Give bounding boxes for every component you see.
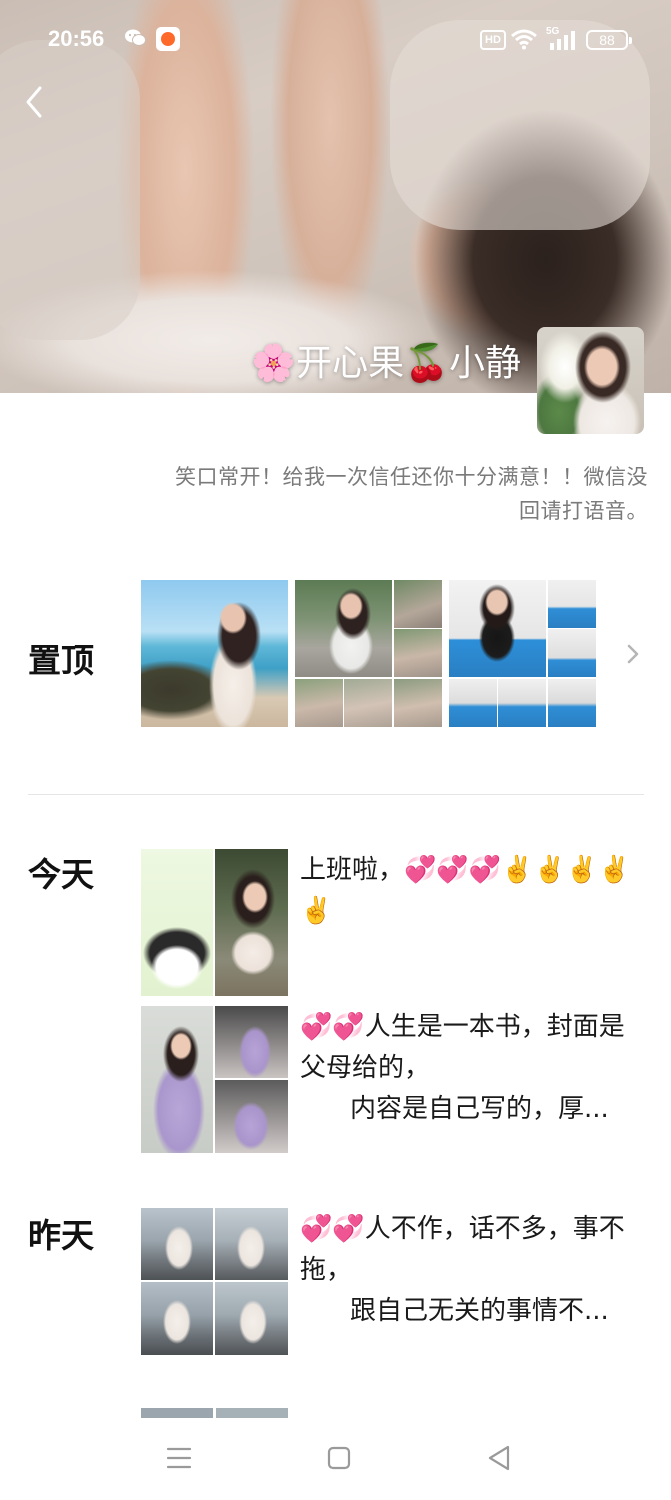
post-text[interactable]: 💞💞人不作，话不多，事不拖， 跟自己无关的事情不...	[300, 1209, 636, 1332]
home-square-icon[interactable]	[319, 1438, 359, 1478]
profile-name: 🌸开心果🍒小静	[251, 343, 521, 384]
system-nav-bar	[0, 1418, 671, 1500]
selfie-image	[215, 849, 288, 996]
photo-cell	[215, 1208, 288, 1280]
photo-cell	[215, 1282, 288, 1355]
post-text[interactable]: 💞💞人生是一本书，封面是父母给的， 内容是自己写的，厚...	[300, 1007, 636, 1130]
chevron-right-icon[interactable]	[622, 640, 644, 668]
grid-cell	[295, 679, 343, 727]
grid-cell	[449, 580, 546, 677]
grid-cell	[394, 679, 442, 727]
post-photo-grid-partial[interactable]	[141, 1408, 288, 1418]
photo-cell	[141, 1006, 213, 1153]
pinned-photo-grid-3[interactable]	[449, 580, 596, 727]
post-text-continuation: 内容是自己写的，厚...	[350, 1094, 609, 1124]
menu-icon[interactable]	[159, 1438, 199, 1478]
signal-icon	[550, 31, 575, 50]
grid-cell	[548, 679, 596, 727]
status-bar: 20:56 HD 5G 88	[0, 0, 671, 80]
divider	[28, 794, 644, 795]
pinned-label: 置顶	[28, 641, 94, 680]
post-photo-grid[interactable]	[141, 849, 288, 996]
sticker-image	[141, 849, 213, 996]
grid-cell	[394, 629, 442, 677]
status-time: 20:56	[48, 26, 105, 51]
profile-signature: 笑口常开！给我一次信任还你十分满意！！微信没回请打语音。	[175, 465, 648, 523]
wechat-icon	[125, 29, 146, 46]
battery-icon: 88	[586, 30, 632, 50]
back-triangle-icon[interactable]	[479, 1438, 519, 1478]
avatar[interactable]	[537, 327, 644, 434]
grid-cell	[548, 629, 596, 677]
photo-cell	[215, 1080, 288, 1153]
grid-cell	[295, 580, 392, 677]
grid-cell	[394, 580, 442, 628]
chevron-left-icon[interactable]	[18, 80, 58, 124]
wifi-icon	[511, 29, 537, 50]
photo-cell	[141, 1208, 213, 1280]
hd-badge: HD	[480, 30, 506, 50]
photo-cell	[141, 1282, 213, 1355]
post-text-content: 💞💞人生是一本书，封面是父母给的，	[300, 1012, 625, 1083]
app-notification-icon	[156, 27, 180, 51]
post-photo-grid[interactable]	[141, 1208, 288, 1355]
grid-cell	[548, 580, 596, 628]
pinned-photo-1[interactable]	[141, 580, 288, 727]
battery-level: 88	[599, 32, 615, 48]
post-text-content: 💞💞人不作，话不多，事不拖，	[300, 1214, 625, 1285]
grid-cell	[498, 679, 546, 727]
pinned-photo-grid-2[interactable]	[295, 580, 442, 727]
grid-cell	[344, 679, 392, 727]
photo-cell	[215, 1006, 288, 1078]
date-label-yesterday: 昨天	[28, 1216, 94, 1255]
post-text-content: 上班啦，💞💞💞✌️✌️✌️✌️✌️	[300, 855, 631, 926]
date-label-today: 今天	[28, 855, 94, 894]
post-text[interactable]: 上班啦，💞💞💞✌️✌️✌️✌️✌️	[300, 850, 636, 932]
grid-cell	[449, 679, 497, 727]
post-photo-grid[interactable]	[141, 1006, 288, 1153]
post-text-continuation: 跟自己无关的事情不...	[350, 1296, 609, 1326]
